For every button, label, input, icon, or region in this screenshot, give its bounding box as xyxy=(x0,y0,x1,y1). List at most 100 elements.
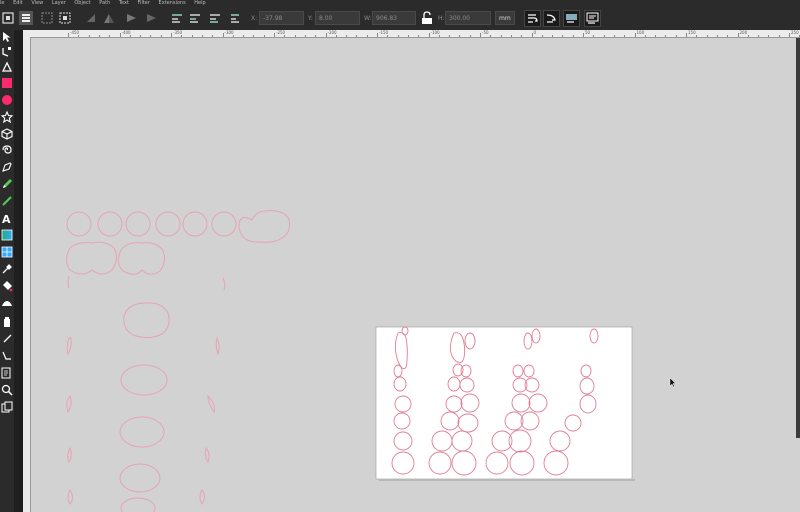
ruler-minor-tick xyxy=(572,35,574,37)
w-field[interactable]: 906.83 xyxy=(372,11,416,25)
ruler-minor-tick xyxy=(315,35,317,37)
select-all-layers-icon[interactable] xyxy=(19,11,33,25)
rotate-90-cw-icon[interactable] xyxy=(84,11,98,25)
dropper-tool-icon[interactable] xyxy=(0,262,14,276)
unit-select[interactable]: mm ▾ xyxy=(495,11,515,36)
raise-to-top-icon[interactable] xyxy=(144,11,158,25)
outline-shape xyxy=(67,488,73,505)
h-field[interactable]: 300.00 xyxy=(445,11,491,25)
spray-tool-icon[interactable] xyxy=(0,296,14,310)
calligraphy-tool-icon[interactable] xyxy=(0,194,14,208)
ruler-minor-tick xyxy=(593,35,595,37)
ruler-minor-tick xyxy=(201,35,203,37)
gradient-tool-icon[interactable] xyxy=(0,228,14,242)
ruler-minor-tick xyxy=(397,35,399,37)
scale-stroke-icon[interactable] xyxy=(524,10,541,27)
lower-icon[interactable] xyxy=(188,11,202,25)
ruler-major-tick xyxy=(377,33,378,37)
menu-filter[interactable]: Filter xyxy=(138,0,150,6)
move-patterns-icon[interactable] xyxy=(584,10,601,27)
raise-icon[interactable] xyxy=(170,11,184,25)
ruler-label: -50 xyxy=(482,30,489,35)
paint-bucket-icon[interactable] xyxy=(0,279,14,293)
move-gradients-icon[interactable] xyxy=(563,10,580,27)
spiral-tool-icon[interactable] xyxy=(0,143,14,157)
ruler-minor-tick xyxy=(356,35,358,37)
menu-help[interactable]: Help xyxy=(194,0,205,6)
ruler-minor-tick xyxy=(655,35,657,37)
ruler-major-tick xyxy=(480,33,481,37)
ruler-major-tick xyxy=(68,33,69,37)
ruler-label: 150 xyxy=(688,30,696,35)
3d-box-tool-icon[interactable] xyxy=(0,127,14,141)
flip-horizontal-icon[interactable] xyxy=(102,11,116,25)
drawing-canvas[interactable] xyxy=(30,38,800,512)
ruler-minor-tick xyxy=(129,35,131,37)
x-field[interactable]: -37.98 xyxy=(259,11,304,25)
horizontal-ruler[interactable]: -450 -400 -350 -300 -250 -200 -150 -100 -50 0 50 10… xyxy=(23,30,800,38)
ruler-minor-tick xyxy=(335,35,337,37)
rectangle-tool-icon[interactable] xyxy=(0,76,14,90)
connector-tool-icon[interactable] xyxy=(0,332,14,346)
ruler-minor-tick xyxy=(366,35,368,37)
zoom-magnifier-icon[interactable] xyxy=(0,383,14,397)
pencil-tool-icon[interactable] xyxy=(0,177,14,191)
flip-vertical-icon[interactable] xyxy=(124,11,138,25)
deselect-icon[interactable] xyxy=(40,11,54,25)
eraser-tool-icon[interactable] xyxy=(0,315,14,329)
mouse-pointer-icon xyxy=(669,377,676,388)
menu-view[interactable]: View xyxy=(31,0,43,6)
scale-radius-icon[interactable] xyxy=(543,10,560,27)
ruler-minor-tick xyxy=(98,35,100,37)
outline-shape xyxy=(66,337,72,356)
select-all-icon[interactable] xyxy=(1,11,15,25)
ruler-minor-tick xyxy=(88,35,90,37)
menu-object[interactable]: Object xyxy=(74,0,90,6)
menu-file[interactable]: le xyxy=(0,0,4,6)
align-icon[interactable] xyxy=(228,11,242,25)
ruler-minor-tick xyxy=(387,35,389,37)
outline-shape xyxy=(67,275,70,289)
ruler-minor-tick xyxy=(304,35,306,37)
zoom-tool-icon[interactable] xyxy=(0,366,14,380)
ruler-minor-tick xyxy=(665,35,667,37)
menu-edit[interactable]: Edit xyxy=(13,0,23,6)
outline-shape xyxy=(238,210,290,243)
ruler-minor-tick xyxy=(243,35,245,37)
outline-shape xyxy=(207,394,215,414)
ruler-major-tick xyxy=(686,33,687,37)
node-tool-icon[interactable] xyxy=(0,45,14,59)
ruler-major-tick xyxy=(531,33,533,37)
tool-controls-bar: X: -37.98 Y: 8.00 W: 906.83 H: 300.00 mm… xyxy=(0,7,800,36)
tweak-tool-icon[interactable] xyxy=(0,60,14,74)
star-tool-icon[interactable] xyxy=(0,110,14,124)
ruler-minor-tick xyxy=(552,35,554,37)
vertical-scrollbar[interactable] xyxy=(796,38,800,438)
outline-shape xyxy=(125,211,151,237)
rotate-90-ccw-icon[interactable] xyxy=(58,11,72,25)
x-label: X: xyxy=(251,15,258,22)
circle-tool-icon[interactable] xyxy=(0,93,14,107)
selector-arrow-icon[interactable] xyxy=(0,30,14,44)
y-field[interactable]: 8.00 xyxy=(315,11,360,25)
h-label: H: xyxy=(438,15,445,22)
text-tool-icon[interactable]: A xyxy=(0,211,14,225)
menu-text[interactable]: Text xyxy=(119,0,129,6)
ruler-major-tick xyxy=(171,33,172,37)
mesh-tool-icon[interactable] xyxy=(0,245,14,259)
outline-shape xyxy=(204,446,210,464)
menu-path[interactable]: Path xyxy=(99,0,110,6)
w-label: W: xyxy=(364,15,372,22)
menu-layer[interactable]: Layer xyxy=(52,0,66,6)
pages-tool-icon[interactable] xyxy=(0,400,14,414)
menu-extensions[interactable]: Extensions xyxy=(159,0,186,6)
ruler-minor-tick xyxy=(449,35,451,37)
ruler-major-tick xyxy=(222,33,224,37)
lock-icon[interactable] xyxy=(420,11,434,25)
ruler-minor-tick xyxy=(438,35,440,37)
outline-shape xyxy=(66,241,118,275)
pen-tool-icon[interactable] xyxy=(0,160,14,174)
outline-shape xyxy=(211,211,237,237)
measure-tool-icon[interactable] xyxy=(0,349,14,363)
lower-to-bottom-icon[interactable] xyxy=(208,11,222,25)
